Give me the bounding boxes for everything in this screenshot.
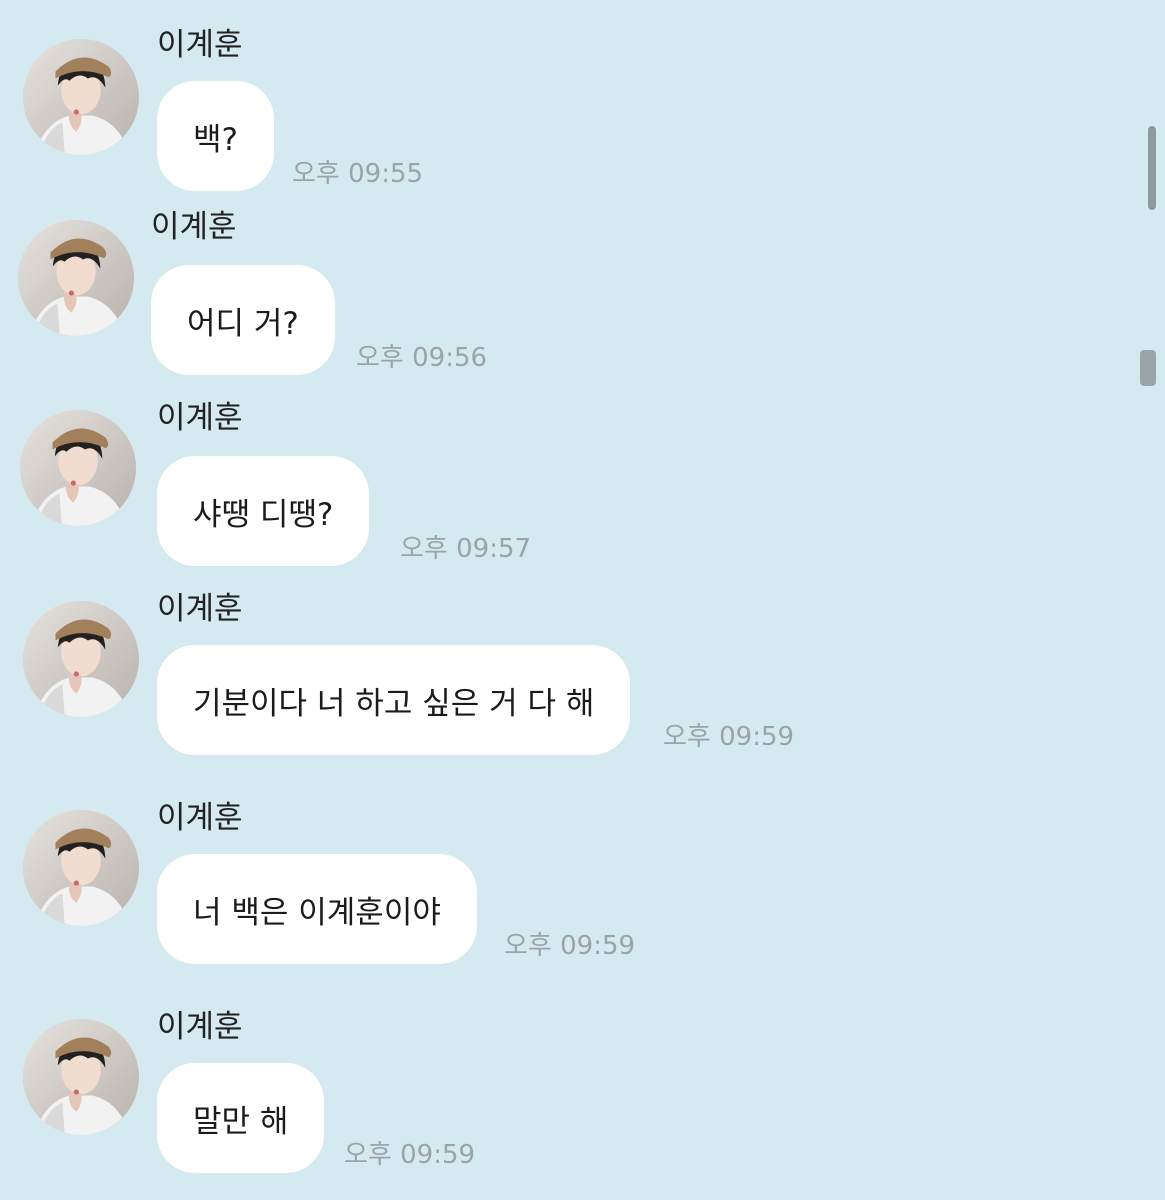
message-bubble[interactable]: 기분이다 너 하고 싶은 거 다 해 [157,645,631,755]
sender-name: 이계훈 [157,400,243,436]
avatar[interactable] [23,810,139,926]
message-bubble[interactable]: 너 백은 이계훈이야 [157,854,477,964]
message-bubble[interactable]: 말만 해 [157,1063,325,1173]
message-time: 오후 09:59 [344,1140,476,1170]
message-time: 오후 09:57 [400,534,532,564]
sender-name: 이계훈 [157,1009,243,1045]
avatar[interactable] [20,410,136,526]
profile-photo-icon [20,410,136,526]
profile-photo-icon [23,810,139,926]
profile-photo-icon [23,1019,139,1135]
avatar[interactable] [23,601,139,717]
scrollbar[interactable] [1148,126,1156,210]
message-time: 오후 09:59 [663,722,795,752]
chat-message: 이계훈 말만 해 오후 09:59 [0,0,1140,1173]
message-bubble[interactable]: 샤땡 디땡? [157,456,370,566]
scroll-handle[interactable] [1140,350,1156,386]
sender-name: 이계훈 [157,800,243,836]
avatar[interactable] [18,220,134,336]
message-time: 오후 09:56 [356,343,488,373]
profile-photo-icon [23,601,139,717]
profile-photo-icon [18,220,134,336]
message-bubble[interactable]: 어디 거? [151,265,335,375]
sender-name: 이계훈 [151,209,237,245]
avatar[interactable] [23,1019,139,1135]
message-time: 오후 09:59 [504,931,636,961]
sender-name: 이계훈 [157,591,243,627]
